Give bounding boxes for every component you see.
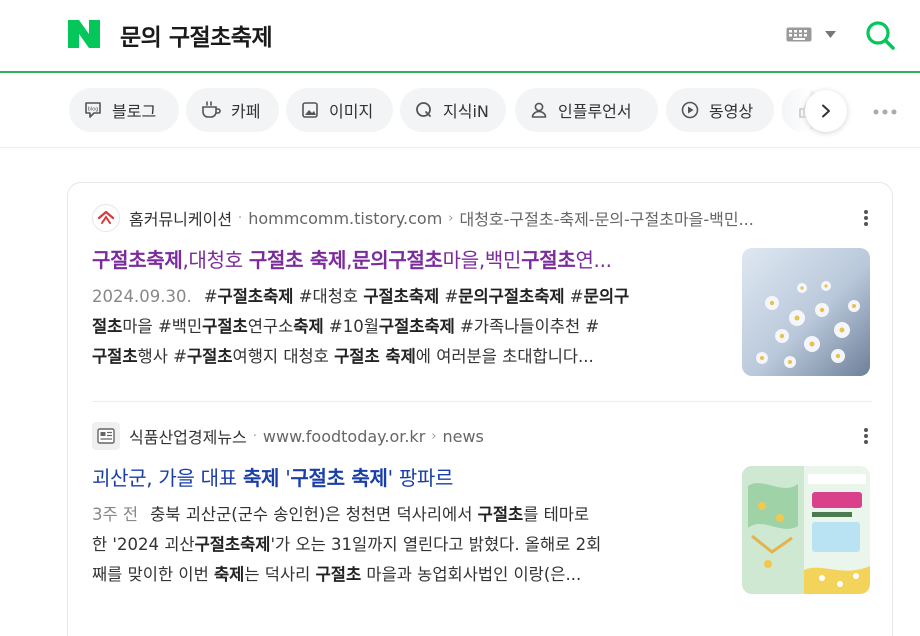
festival-poster-icon	[742, 466, 870, 594]
search-header: 문의 구절초축제	[0, 0, 920, 73]
tab-cafe[interactable]: 카페	[186, 88, 279, 132]
source-avatar	[92, 422, 120, 450]
cafe-icon	[202, 101, 221, 118]
title-highlight: 문의구절초	[352, 248, 443, 272]
source-path: news	[442, 426, 484, 446]
result-menu-icon[interactable]	[862, 209, 870, 227]
flower-photo-icon	[742, 248, 870, 376]
search-tabs: blog 블로그 카페 이미지 지식iN 인플루언서 동영상	[0, 75, 920, 148]
blog-icon: blog	[85, 102, 101, 118]
image-icon	[302, 102, 318, 118]
snippet-line: 3주 전 충북 괴산군(군수 송인헌)은 청천면 덕사리에서 구절초를 테마로	[92, 505, 590, 524]
newspaper-icon	[97, 428, 115, 444]
more-options-icon[interactable]	[872, 108, 898, 116]
kin-icon	[416, 102, 431, 117]
svg-text:blog: blog	[88, 107, 99, 113]
tab-kin[interactable]: 지식iN	[400, 88, 506, 132]
breadcrumb-chevron-icon: ›	[448, 210, 454, 226]
house-logo-icon	[97, 210, 115, 224]
source-url: hommcomm.tistory.com	[248, 208, 443, 228]
tab-label: 동영상	[709, 102, 754, 121]
result-thumbnail[interactable]	[742, 248, 870, 376]
result-item: 홈커뮤니케이션 · hommcomm.tistory.com › 대청호-구절초…	[92, 203, 872, 403]
title-highlight: 구절초 축제	[248, 248, 347, 272]
search-query-text[interactable]: 문의 구절초축제	[120, 18, 273, 52]
result-source[interactable]: 식품산업경제뉴스 · www.foodtoday.or.kr › news	[92, 421, 872, 451]
tab-video[interactable]: 동영상	[666, 88, 774, 132]
separator-dot: ·	[252, 428, 257, 444]
snippet-line: 절초마을 #백민구절초연구소축제 #10월구절초축제 #가족나들이추천 #	[92, 317, 600, 336]
result-date: 2024.09.30.	[92, 287, 192, 306]
result-date: 3주 전	[92, 505, 139, 524]
title-text: 괴산군, 가을 대표	[92, 466, 243, 490]
result-menu-icon[interactable]	[862, 427, 870, 445]
tab-blog[interactable]: blog 블로그	[69, 88, 179, 132]
web-results-card: 홈커뮤니케이션 · hommcomm.tistory.com › 대청호-구절초…	[67, 182, 893, 636]
title-highlight: 구절초 축제	[290, 466, 388, 490]
naver-logo-icon[interactable]	[68, 20, 100, 48]
chevron-right-icon	[822, 104, 830, 118]
result-thumbnail[interactable]	[742, 466, 870, 594]
snippet-line: 한 '2024 괴산구절초축제'가 오는 31일까지 열린다고 밝혔다. 올해로…	[92, 535, 602, 554]
title-text: '	[279, 466, 291, 490]
tabs-next-button[interactable]	[805, 90, 847, 132]
source-path: 대청호-구절초-축제-문의-구절초마을-백민...	[459, 210, 754, 229]
snippet-line: 구절초행사 #구절초여행지 대청호 구절초 축제에 여러분을 초대합니다...	[92, 347, 594, 366]
result-item: 식품산업경제뉴스 · www.foodtoday.or.kr › news 괴산…	[92, 421, 872, 636]
breadcrumb-chevron-icon: ›	[431, 428, 437, 444]
title-highlight: 축제	[242, 466, 280, 490]
result-snippet: 2024.09.30. #구절초축제 #대청호 구절초축제 #문의구절초축제 #문…	[92, 282, 720, 372]
tab-label: 인플루언서	[558, 102, 632, 121]
snippet-line: 째를 맞이한 이번 축제는 덕사리 구절초 마을과 농업회사법인 이랑(은...	[92, 565, 582, 584]
result-title-link[interactable]: 구절초축제,대청호 구절초 축제,문의구절초마을,백민구절초연...	[92, 245, 712, 275]
result-source[interactable]: 홈커뮤니케이션 · hommcomm.tistory.com › 대청호-구절초…	[92, 203, 872, 233]
chevron-down-icon[interactable]	[825, 31, 836, 38]
source-name: 홈커뮤니케이션	[129, 210, 233, 229]
snippet-line: 2024.09.30. #구절초축제 #대청호 구절초축제 #문의구절초축제 #문…	[92, 287, 630, 306]
tab-influencer[interactable]: 인플루언서	[515, 88, 658, 132]
title-text: ,대청호	[182, 248, 249, 272]
title-highlight: 구절초	[521, 248, 576, 272]
keyboard-icon[interactable]	[786, 27, 812, 42]
result-title-link[interactable]: 괴산군, 가을 대표 축제 '구절초 축제' 팡파르	[92, 463, 712, 493]
tab-label: 지식iN	[443, 102, 489, 121]
separator-dot: ·	[238, 210, 243, 226]
tab-label: 카페	[231, 102, 261, 121]
video-icon	[681, 101, 699, 119]
title-text: ' 팡파르	[387, 466, 454, 490]
tab-label: 이미지	[329, 102, 374, 121]
search-icon[interactable]	[865, 20, 895, 50]
influencer-icon	[531, 102, 547, 118]
result-divider	[92, 401, 872, 402]
title-text: 마을,백민	[442, 248, 522, 272]
title-highlight: 구절초축제	[92, 248, 183, 272]
tab-label: 블로그	[112, 102, 157, 121]
tab-image[interactable]: 이미지	[286, 88, 393, 132]
result-snippet: 3주 전 충북 괴산군(군수 송인헌)은 청천면 덕사리에서 구절초를 테마로 한…	[92, 500, 720, 590]
title-text: 연...	[575, 248, 612, 272]
source-name: 식품산업경제뉴스	[129, 428, 247, 447]
source-avatar	[92, 204, 120, 232]
source-url: www.foodtoday.or.kr	[262, 426, 426, 446]
